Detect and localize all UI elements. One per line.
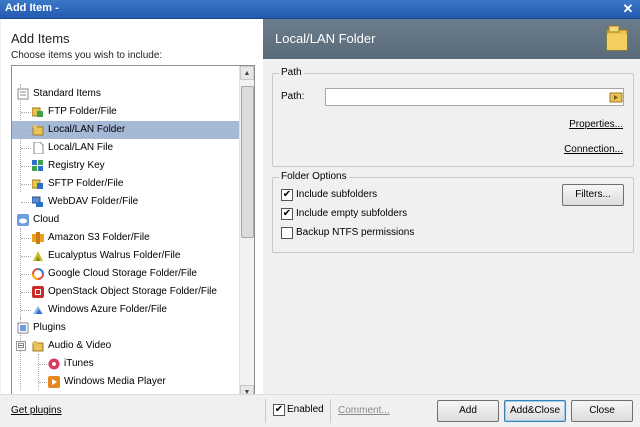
tree-connector: [21, 292, 31, 293]
include-empty-subfolders-label: Include empty subfolders: [296, 208, 408, 219]
choose-items-label: Choose items you wish to include:: [11, 50, 163, 61]
tree-item-webdav[interactable]: WebDAV Folder/File: [12, 193, 239, 211]
tree-item-windows-media-player[interactable]: Windows Media Player: [12, 373, 239, 391]
tree-connector: [21, 112, 31, 113]
tree-item-local-lan-file[interactable]: Local/LAN File: [12, 139, 239, 157]
browse-folder-icon[interactable]: [609, 89, 623, 105]
tree-connector: [21, 166, 31, 167]
tree-item-cloud[interactable]: Cloud: [12, 211, 239, 229]
collapse-icon[interactable]: ⊟: [16, 341, 26, 351]
openstack-icon: [32, 286, 44, 298]
folder-icon: [32, 124, 44, 136]
folder-options-title: Folder Options: [279, 171, 349, 182]
eucalyptus-icon: [32, 250, 44, 262]
tree-item-azure[interactable]: Windows Azure Folder/File: [12, 301, 239, 319]
amazon-s3-icon: [32, 232, 44, 244]
tree-connector: [21, 184, 31, 185]
add-button[interactable]: Add: [437, 400, 499, 422]
tree-connector: [21, 130, 31, 131]
path-label: Path:: [281, 91, 305, 102]
left-panel: Add Items Choose items you wish to inclu…: [1, 19, 263, 402]
divider: [265, 399, 266, 423]
file-icon: [32, 141, 44, 155]
tree-item-standard-items[interactable]: Standard Items: [12, 85, 239, 103]
scroll-up-icon[interactable]: ▲: [240, 66, 254, 80]
stack-icon: [17, 88, 29, 100]
tree-connector: [21, 274, 31, 275]
properties-link[interactable]: Properties...: [569, 119, 623, 130]
cloud-icon: [17, 214, 29, 226]
include-subfolders-checkbox[interactable]: ✔: [281, 189, 293, 201]
close-icon[interactable]: ✕: [620, 1, 636, 16]
window-title: Add Item -: [5, 2, 59, 14]
plugin-icon: [17, 322, 29, 334]
include-empty-subfolders-checkbox[interactable]: ✔: [281, 208, 293, 220]
item-type-title: Local/LAN Folder: [275, 31, 376, 46]
tree-connector: [21, 256, 31, 257]
tree-connector: [21, 238, 31, 239]
registry-icon: [32, 160, 44, 172]
azure-icon: [32, 304, 44, 316]
include-subfolders-label: Include subfolders: [296, 189, 378, 200]
folder-icon: [606, 24, 628, 52]
tree-item-audio-video[interactable]: ⊟ Audio & Video: [12, 337, 239, 355]
tree-item-amazon-s3[interactable]: Amazon S3 Folder/File: [12, 229, 239, 247]
webdav-icon: [31, 196, 44, 208]
scroll-thumb[interactable]: [241, 86, 254, 238]
add-items-heading: Add Items: [11, 31, 70, 46]
tree-item-openstack[interactable]: OpenStack Object Storage Folder/File: [12, 283, 239, 301]
tree-item-eucalyptus[interactable]: Eucalyptus Walrus Folder/File: [12, 247, 239, 265]
filters-button[interactable]: Filters...: [562, 184, 624, 206]
tree-item-google-cloud[interactable]: Google Cloud Storage Folder/File: [12, 265, 239, 283]
add-close-button[interactable]: Add&Close: [504, 400, 566, 422]
right-panel: Path Path: Properties... Connection... F…: [263, 59, 640, 394]
tree-item-sftp[interactable]: SFTP Folder/File: [12, 175, 239, 193]
items-tree[interactable]: Standard Items FTP Folder/File Local/LAN…: [11, 65, 255, 402]
backup-ntfs-label: Backup NTFS permissions: [296, 227, 415, 238]
close-button[interactable]: Close: [571, 400, 633, 422]
tree-connector: [21, 202, 31, 203]
itunes-icon: [48, 358, 60, 370]
footer-bar: Get plugins ✔ Enabled Comment... Add Add…: [0, 394, 640, 427]
tree-scrollbar[interactable]: ▲ ▼: [239, 66, 254, 399]
right-header: Local/LAN Folder: [263, 19, 640, 59]
backup-ntfs-checkbox[interactable]: [281, 227, 293, 239]
get-plugins-link[interactable]: Get plugins: [11, 405, 62, 416]
tree-connector: [21, 310, 31, 311]
tree-item-local-lan-folder[interactable]: Local/LAN Folder: [12, 121, 239, 139]
enabled-label: Enabled: [287, 404, 324, 415]
folder-options-group: Folder Options ✔ Include subfolders ✔ In…: [272, 171, 634, 253]
media-player-icon: [48, 376, 60, 388]
title-bar: Add Item - ✕: [0, 0, 640, 19]
connection-link[interactable]: Connection...: [564, 144, 623, 155]
sftp-icon: [31, 178, 44, 190]
tree-connector: [21, 148, 31, 149]
divider: [330, 399, 331, 423]
enabled-checkbox[interactable]: ✔: [273, 404, 285, 416]
path-input[interactable]: [325, 88, 624, 106]
folder-icon: [32, 340, 44, 352]
path-group: Path Path: Properties... Connection...: [272, 67, 634, 167]
tree-item-registry-key[interactable]: Registry Key: [12, 157, 239, 175]
path-group-title: Path: [279, 67, 304, 78]
comment-link[interactable]: Comment...: [338, 405, 390, 416]
tree-item-ftp[interactable]: FTP Folder/File: [12, 103, 239, 121]
ftp-icon: [31, 106, 44, 118]
google-cloud-icon: [32, 268, 44, 280]
tree-item-itunes[interactable]: iTunes: [12, 355, 239, 373]
tree-item-plugins[interactable]: Plugins: [12, 319, 239, 337]
